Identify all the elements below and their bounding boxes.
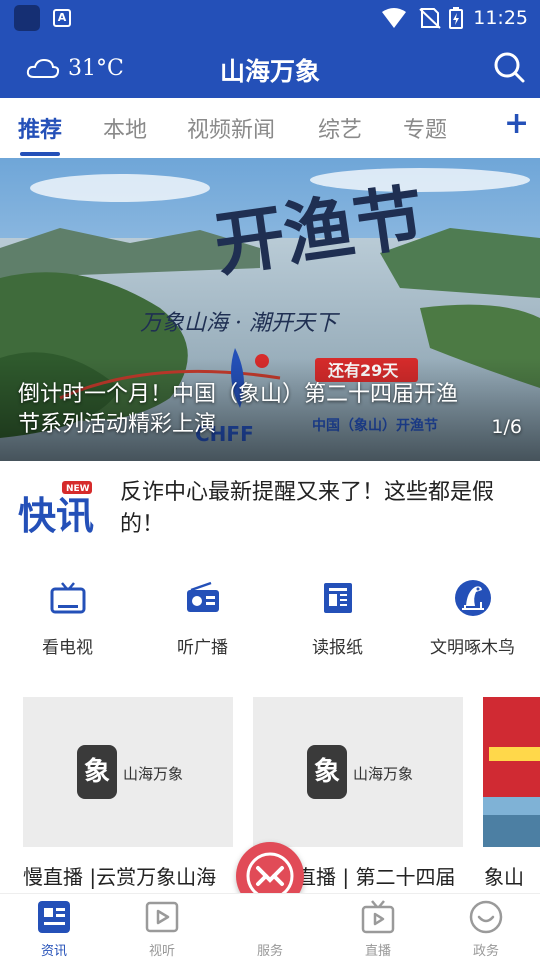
woodpecker-icon [454, 580, 491, 616]
banner-page-counter: 1/6 [491, 416, 522, 438]
nav-government[interactable]: 政务 [432, 894, 540, 961]
category-tabs: 推荐 本地 视频新闻 综艺 专题 + [0, 98, 540, 158]
quick-link-label: 看电视 [42, 638, 93, 658]
app-notification-icon [14, 5, 40, 31]
tv-icon [50, 582, 85, 614]
nav-label: 视听 [148, 944, 175, 959]
nav-label: 直播 [364, 944, 391, 959]
government-icon [469, 900, 503, 934]
tab-variety[interactable]: 综艺 [318, 112, 362, 144]
quick-link-woodpecker[interactable]: 文明啄木鸟 [405, 575, 540, 658]
new-badge: NEW [66, 484, 90, 494]
radio-icon [186, 581, 219, 612]
nav-service[interactable]: 服务 [216, 894, 324, 961]
placeholder-text: 山海万象 [123, 765, 184, 783]
hero-banner[interactable]: 开渔节 万象山海 · 潮开天下 还有29天 CHFF 中国（象山）开渔节 倒计时… [0, 158, 540, 461]
search-button[interactable] [492, 50, 526, 84]
active-tab-indicator [20, 152, 60, 156]
quick-link-label: 文明啄木鸟 [430, 638, 515, 658]
flash-news[interactable]: 快讯 NEW 反诈中心最新提醒又来了！这些都是假的！ [0, 461, 540, 561]
nav-label: 资讯 [40, 944, 67, 959]
flash-logo-text: 快讯 [18, 493, 94, 538]
card-title: 慢直播 |云赏万象山海 [23, 865, 217, 889]
app-logo-icon: 象 [307, 745, 347, 799]
quick-link-radio[interactable]: 听广播 [135, 575, 270, 658]
flash-news-logo: 快讯 NEW [18, 481, 100, 539]
quick-link-tv[interactable]: 看电视 [0, 575, 135, 658]
tab-recommend[interactable]: 推荐 [18, 112, 62, 144]
nav-label: 服务 [256, 944, 283, 959]
nav-label: 政务 [472, 944, 499, 959]
battery-charging-icon [449, 7, 463, 29]
status-bar: A 11:25 [0, 0, 540, 36]
app-header: 31°C 山海万象 [0, 36, 540, 98]
tab-video-news[interactable]: 视频新闻 [187, 112, 275, 144]
newspaper-icon [323, 583, 352, 613]
app-title: 山海万象 [219, 57, 320, 86]
svg-text:万象山海 · 潮开天下: 万象山海 · 潮开天下 [140, 311, 341, 336]
quick-links: 看电视 听广播 读报纸 文明啄木鸟 [0, 561, 540, 681]
no-sim-icon [419, 8, 441, 29]
card-thumbnail: 象 山海万象 [253, 697, 463, 847]
placeholder-text: 山海万象 [353, 765, 414, 783]
flash-news-text[interactable]: 反诈中心最新提醒又来了！这些都是假的！ [120, 477, 520, 541]
card-title: 象山 [484, 865, 524, 889]
card-thumbnail: 象 山海万象 [23, 697, 233, 847]
banner-caption: 倒计时一个月！中国（象山）第二十四届开渔节系列活动精彩上演 [18, 382, 459, 437]
card-thumbnail [483, 697, 540, 847]
card-title: 直播 | 第二十四届 [296, 865, 456, 889]
tab-special[interactable]: 专题 [403, 112, 447, 144]
bottom-navigation: 资讯 视听 服务 直播 政务 [0, 893, 540, 960]
wifi-icon [382, 8, 406, 28]
add-channel-button[interactable]: + [504, 106, 529, 141]
nav-video[interactable]: 视听 [108, 894, 216, 961]
video-icon [145, 901, 179, 933]
nav-news[interactable]: 资讯 [0, 894, 108, 961]
live-tv-icon [361, 900, 395, 934]
quick-link-label: 听广播 [177, 638, 228, 658]
tab-local[interactable]: 本地 [103, 112, 147, 144]
search-icon [494, 52, 525, 83]
quick-link-newspaper[interactable]: 读报纸 [270, 575, 405, 658]
font-app-icon: A [53, 9, 71, 27]
status-time: 11:25 [473, 7, 528, 29]
quick-link-label: 读报纸 [312, 638, 363, 658]
nav-live[interactable]: 直播 [324, 894, 432, 961]
news-icon [38, 901, 70, 933]
app-logo-icon: 象 [77, 745, 117, 799]
